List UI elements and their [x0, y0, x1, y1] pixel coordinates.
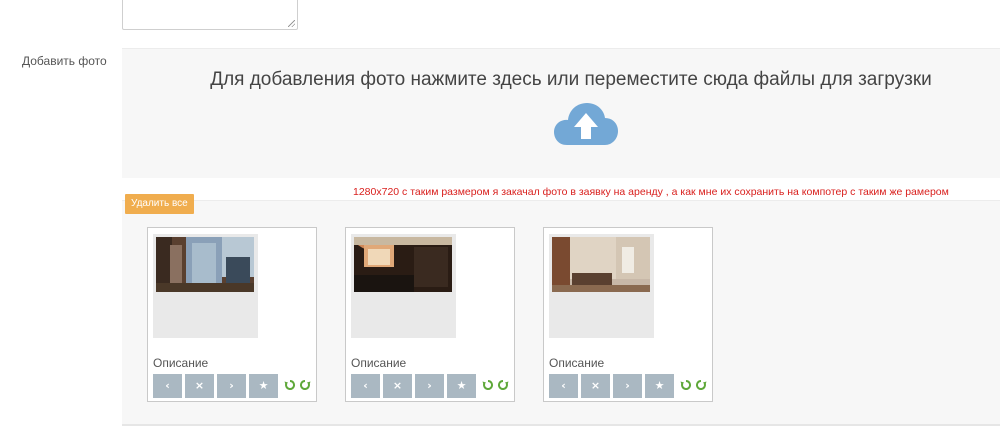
photo-thumbnail[interactable] [156, 237, 254, 292]
rotate-right-icon[interactable] [299, 379, 311, 391]
dropzone-instructions: Для добавления фото нажмите здесь или пе… [210, 69, 932, 90]
delete-photo-button[interactable]: × [581, 374, 610, 398]
photo-dropzone[interactable]: Для добавления фото нажмите здесь или пе… [122, 48, 1000, 178]
rotate-left-icon[interactable] [680, 379, 692, 391]
delete-all-button[interactable]: Удалить все [125, 194, 194, 214]
delete-photo-button[interactable]: × [185, 374, 214, 398]
photo-thumbnail[interactable] [552, 237, 650, 292]
cloud-upload-icon[interactable] [553, 99, 619, 149]
photo-card: Описание ‹ × › ★ [147, 227, 317, 402]
rotate-right-icon[interactable] [695, 379, 707, 391]
rotate-right-icon[interactable] [497, 379, 509, 391]
move-left-button[interactable]: ‹ [153, 374, 182, 398]
comment-textarea[interactable] [122, 0, 298, 30]
user-annotation: 1280х720 с таким размером я закачал фото… [353, 186, 949, 198]
photo-description-label: Описание [549, 356, 605, 370]
move-left-button[interactable]: ‹ [549, 374, 578, 398]
move-right-button[interactable]: › [217, 374, 246, 398]
set-main-photo-button[interactable]: ★ [249, 374, 278, 398]
photo-thumbnail-frame [153, 234, 258, 338]
resize-handle-icon[interactable] [288, 20, 295, 27]
move-right-button[interactable]: › [415, 374, 444, 398]
move-left-button[interactable]: ‹ [351, 374, 380, 398]
photo-thumbnail-frame [549, 234, 654, 338]
photo-card: Описание ‹ × › ★ [345, 227, 515, 402]
photo-thumbnail-frame [351, 234, 456, 338]
add-photo-label: Добавить фото [22, 54, 107, 68]
rotate-left-icon[interactable] [284, 379, 296, 391]
photo-thumbnail[interactable] [354, 237, 452, 292]
set-main-photo-button[interactable]: ★ [645, 374, 674, 398]
rotate-left-icon[interactable] [482, 379, 494, 391]
photo-description-label: Описание [351, 356, 407, 370]
set-main-photo-button[interactable]: ★ [447, 374, 476, 398]
move-right-button[interactable]: › [613, 374, 642, 398]
photo-description-label: Описание [153, 356, 209, 370]
delete-photo-button[interactable]: × [383, 374, 412, 398]
photo-card: Описание ‹ × › ★ [543, 227, 713, 402]
